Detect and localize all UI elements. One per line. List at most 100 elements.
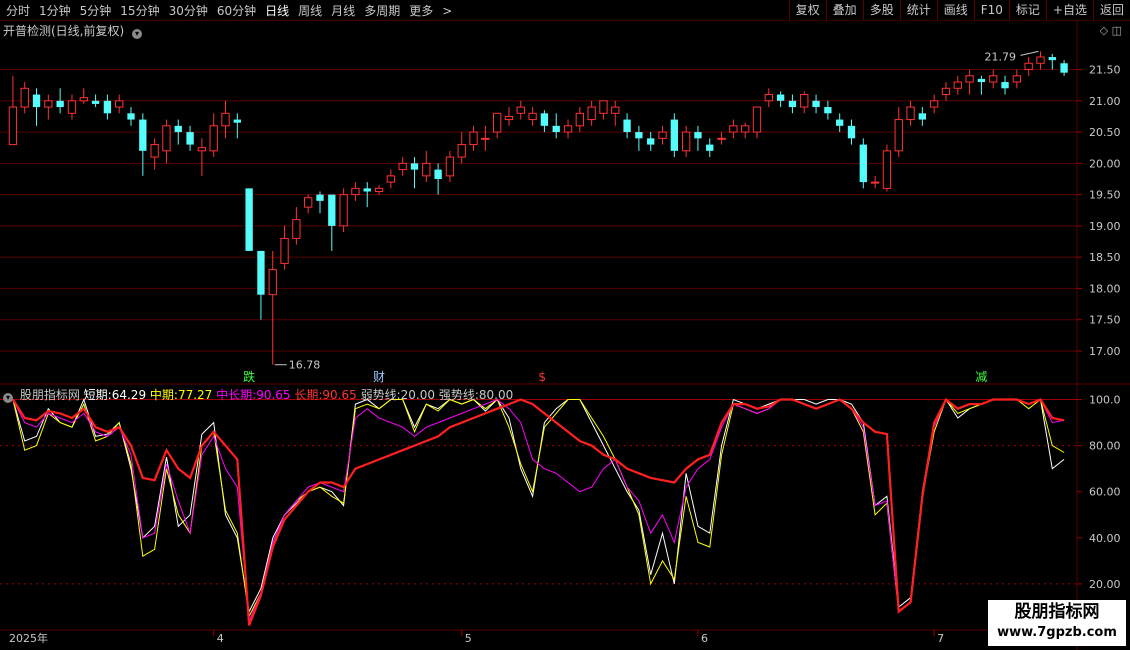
toolbar-button[interactable]: +自选 [1045, 0, 1093, 20]
candle-body [681, 131, 691, 152]
candle-body [540, 113, 549, 126]
candle-body [504, 115, 514, 121]
price-tick-label: 21.50 [1089, 64, 1121, 77]
candle-body [729, 125, 738, 133]
candle-body [422, 162, 431, 177]
candle-body [410, 163, 419, 170]
toolbar-button[interactable]: 叠加 [825, 0, 863, 20]
candle-body [847, 125, 856, 139]
mid-value: 77.27 [177, 388, 213, 402]
indicator-series-line [12, 398, 1065, 621]
period-tab[interactable]: 30分钟 [169, 4, 208, 18]
toolbar-button[interactable]: 标记 [1008, 0, 1046, 20]
short-label: 短期: [83, 388, 112, 402]
candle-body [257, 250, 265, 295]
time-tick-label: 4 [217, 632, 224, 645]
diamond-icon[interactable]: ◇ [1100, 24, 1108, 37]
candle-body [374, 187, 384, 192]
mid-label: 中期: [149, 388, 178, 402]
short-value: 64.29 [111, 388, 147, 402]
midlong-label: 中长期: [216, 388, 257, 402]
period-tab[interactable]: 多周期 [364, 4, 400, 18]
period-tab[interactable]: 日线 [265, 4, 289, 18]
candle-body [859, 144, 867, 183]
candle-body [492, 112, 502, 133]
price-tick-label: 19.00 [1089, 220, 1121, 233]
candle-body [635, 132, 643, 139]
period-tab[interactable]: 5分钟 [80, 4, 112, 18]
period-tab[interactable]: 分时 [6, 4, 30, 18]
watermark: 股朋指标网 www.7gpzb.com [988, 600, 1126, 646]
period-tab[interactable]: 月线 [331, 4, 355, 18]
candle-body [824, 107, 832, 114]
candle-body [386, 175, 396, 183]
time-tick-label: 5 [465, 632, 472, 645]
price-tick-label: 18.00 [1089, 282, 1121, 295]
toolbar-button[interactable]: 画线 [936, 0, 974, 20]
price-tick-label: 17.00 [1089, 345, 1121, 358]
candle-body [528, 112, 537, 121]
candle-body [836, 119, 844, 126]
toolbar-button[interactable]: 统计 [899, 0, 937, 20]
chevron-down-icon[interactable]: ▾ [132, 29, 143, 39]
candle-body [812, 100, 820, 108]
period-tab[interactable]: 60分钟 [217, 4, 256, 18]
period-tab[interactable]: 更多 [409, 4, 433, 18]
period-tab[interactable]: 15分钟 [120, 4, 159, 18]
candle-body [953, 81, 962, 89]
chevron-down-icon[interactable]: ▾ [3, 393, 13, 403]
candle-body [174, 125, 182, 133]
period-tab[interactable]: 1分钟 [39, 4, 71, 18]
window-icon[interactable]: ◫ [1112, 24, 1122, 37]
toolbar-button[interactable]: 多股 [862, 0, 900, 20]
candle-body [8, 106, 18, 146]
candle-body [328, 194, 336, 226]
candle-body [941, 87, 951, 96]
candle-body [752, 106, 762, 133]
candle-body [233, 119, 241, 123]
chevron-right-icon[interactable]: > [442, 4, 452, 18]
candle-body [764, 94, 773, 102]
candle-body [197, 147, 207, 152]
candle-body [339, 194, 348, 227]
candle-body [670, 119, 678, 151]
candle-body [575, 112, 585, 127]
candle-body [304, 197, 313, 208]
high-arrow [1020, 50, 1039, 56]
time-tick-label: 6 [701, 632, 708, 645]
candle-body [894, 119, 903, 152]
candle-body [717, 137, 726, 140]
toolbar-button[interactable]: 复权 [788, 0, 826, 20]
watermark-url: www.7gpzb.com [997, 625, 1117, 640]
action-buttons: 复权 叠加 多股 统计 画线 F10 标记 +自选 返回 [788, 0, 1130, 20]
panel-controls: ◇ ◫ [1100, 24, 1122, 37]
candle-body [209, 125, 218, 152]
period-tab[interactable]: 周线 [298, 4, 322, 18]
candle-body [103, 100, 112, 114]
toolbar-button[interactable]: 返回 [1092, 0, 1130, 20]
candle-body [351, 187, 360, 196]
toolbar-button[interactable]: F10 [973, 0, 1009, 20]
candle-body [930, 100, 939, 108]
candle-body [918, 113, 927, 120]
candle-body [221, 112, 230, 127]
event-marker: 财 [373, 370, 385, 384]
period-tabs: 分时 1分钟 5分钟 15分钟 30分钟 60分钟 日线 周线 月线 多周期 更多 > [6, 2, 461, 19]
candle-body [870, 181, 880, 184]
midlong-value: 90.65 [256, 388, 291, 402]
low-label: 16.78 [289, 359, 321, 372]
candle-body [552, 125, 560, 133]
candle-body [587, 106, 596, 121]
indicator-tick-label: 60.00 [1089, 486, 1121, 499]
candle-body [280, 237, 289, 264]
price-tick-label: 20.50 [1089, 126, 1121, 139]
indicator-tick-label: 20.00 [1089, 578, 1121, 591]
candle-body [150, 144, 159, 158]
candle-body [516, 106, 525, 114]
candle-body [599, 100, 608, 114]
price-tick-label: 18.50 [1089, 251, 1121, 264]
candle-body [67, 100, 77, 114]
candle-body [1024, 62, 1033, 71]
time-tick-label: 7 [937, 632, 944, 645]
candle-body [127, 113, 135, 120]
